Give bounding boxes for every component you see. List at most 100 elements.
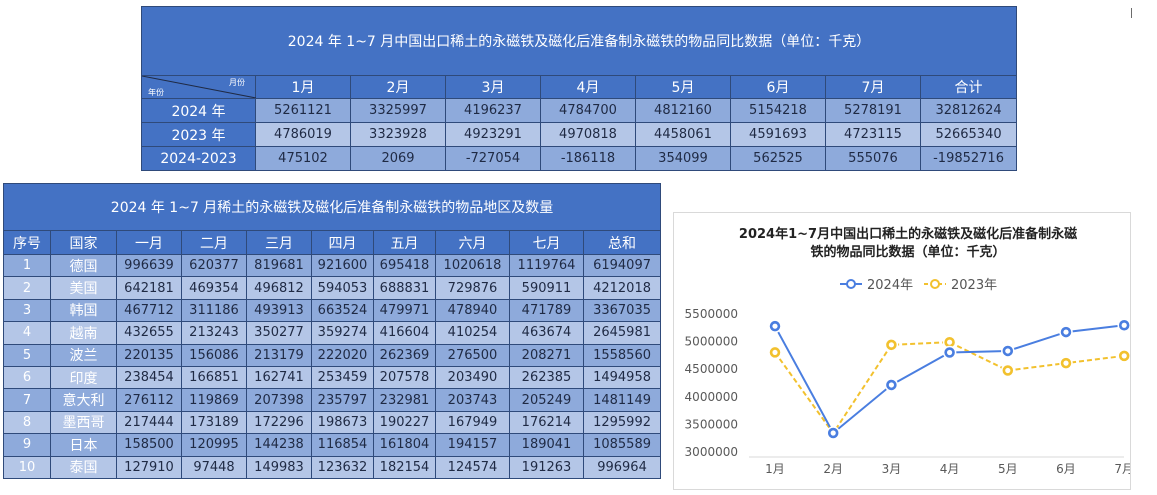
table2-col-header: 七月 <box>509 230 584 255</box>
table1-cell: 5261121 <box>255 98 351 123</box>
table2-country-cell: 泰国 <box>50 455 117 479</box>
table2-cell: 996639 <box>116 253 182 278</box>
table2-cell: 663524 <box>311 298 374 323</box>
table2-col-header: 四月 <box>311 230 374 255</box>
table1-cell: -186118 <box>540 146 636 171</box>
table1-cell: 354099 <box>635 146 731 171</box>
legend-label: 2023年 <box>951 278 997 293</box>
data-point-center <box>1121 353 1127 359</box>
yoy-summary-table: 2024 年 1~7 月中国出口稀土的永磁铁及磁化后准备制永磁铁的物品同比数据（… <box>140 6 1018 171</box>
table2-row: 6 印度 238454 166851 162741 253459 207578 203490 2… <box>3 365 662 390</box>
chart-title-line2: 铁的物品同比数据（单位：千克） <box>809 244 1005 260</box>
table1-corner-cell: 月份 年份 <box>141 75 256 99</box>
legend-item: 2023年 <box>924 278 997 293</box>
table2-index-cell: 8 <box>3 410 51 435</box>
table1-col-header: 2月 <box>350 75 446 99</box>
table2-cell: 688831 <box>373 276 436 300</box>
table1-cell: 4196237 <box>445 98 541 123</box>
table2-row: 2 美国 642181 469354 496812 594053 688831 729876 5… <box>3 276 662 300</box>
table2-cell: 276112 <box>116 388 182 412</box>
table2-index-cell: 4 <box>3 321 51 345</box>
data-point-center <box>830 430 836 436</box>
data-point-center <box>1063 360 1069 366</box>
table2-cell: 120995 <box>181 433 247 457</box>
table1-cell: 52665340 <box>919 122 1018 147</box>
table2-col-header: 序号 <box>3 230 51 255</box>
table2-cell: 119869 <box>181 388 247 412</box>
table2-cell: 471789 <box>509 298 584 323</box>
table1-row-label: 2024-2023 <box>141 146 256 171</box>
table1-cell: 4812160 <box>635 98 731 123</box>
table2-cell: 235797 <box>311 388 374 412</box>
table2-index-cell: 1 <box>3 253 51 278</box>
data-point-center <box>1005 348 1011 354</box>
table2-cell: 350277 <box>246 321 312 345</box>
y-tick-label: 3000000 <box>685 445 738 459</box>
table2-row: 5 波兰 220135 156086 213179 222020 262369 276500 2… <box>3 343 662 367</box>
table2-cell: 311186 <box>181 298 247 323</box>
chart-canvas: 2024年1~7月中国出口稀土的永磁铁及磁化后准备制永磁 铁的物品同比数据（单位… <box>685 226 1130 476</box>
table1-cell: 4458061 <box>635 122 731 147</box>
table1-cell: 3325997 <box>350 98 446 123</box>
table1-cell: 4723115 <box>825 122 921 147</box>
table2-cell: 190227 <box>373 410 436 435</box>
table2-cell: 921600 <box>311 253 374 278</box>
table2-cell: 124574 <box>435 455 510 479</box>
table1-cell: 4923291 <box>445 122 541 147</box>
table2-cell: 166851 <box>181 365 247 390</box>
table2-cell: 172296 <box>246 410 312 435</box>
data-point-center <box>888 382 894 388</box>
table2-cell: 2645981 <box>582 321 662 345</box>
table2-cell: 238454 <box>116 365 182 390</box>
table2-cell: 262385 <box>509 365 584 390</box>
table2-cell: 467712 <box>116 298 182 323</box>
table2-row: 8 墨西哥 217444 173189 172296 198673 190227 167949… <box>3 410 662 435</box>
table2-cell: 416604 <box>373 321 436 345</box>
table2-country-cell: 波兰 <box>50 343 117 367</box>
table2-row: 4 越南 432655 213243 350277 359274 416604 410254 4… <box>3 321 662 345</box>
edge-marker <box>1131 8 1132 18</box>
region-quantity-table: 2024 年 1~7 月稀土的永磁铁及磁化后准备制永磁铁的物品地区及数量 序号国… <box>2 183 662 479</box>
table1-cell: 4784700 <box>540 98 636 123</box>
x-tick-label: 2月 <box>823 462 843 476</box>
table2-cell: 359274 <box>311 321 374 345</box>
data-point-center <box>1005 367 1011 374</box>
table2-cell: 463674 <box>509 321 584 345</box>
table2-cell: 176214 <box>509 410 584 435</box>
table2-row: 9 日本 158500 120995 144238 116854 161804 194157 1… <box>3 433 662 457</box>
table1-cell: -19852716 <box>919 146 1018 171</box>
x-tick-label: 1月 <box>765 462 785 476</box>
table1-row: 2024 年 5261121 3325997 4196237 4784700 481216… <box>141 98 1018 123</box>
data-point-center <box>888 342 894 348</box>
table2-cell: 4212018 <box>582 276 662 300</box>
table2-cell: 156086 <box>181 343 247 367</box>
table2-index-cell: 3 <box>3 298 51 323</box>
table2-cell: 432655 <box>116 321 182 345</box>
table2-country-cell: 韩国 <box>50 298 117 323</box>
table2-cell: 479971 <box>373 298 436 323</box>
table2-cell: 1481149 <box>582 388 662 412</box>
x-tick-label: 4月 <box>940 462 960 476</box>
table2-index-cell: 10 <box>3 455 51 479</box>
table2-country-cell: 越南 <box>50 321 117 345</box>
table2-cell: 208271 <box>509 343 584 367</box>
legend-marker <box>930 279 940 289</box>
table1-cell: 32812624 <box>919 98 1018 123</box>
table2-cell: 3367035 <box>582 298 662 323</box>
table1-row-label: 2023 年 <box>141 122 256 147</box>
table2-col-header: 总和 <box>582 230 662 255</box>
table1-cell: 4786019 <box>255 122 351 147</box>
table2-cell: 203490 <box>435 365 510 390</box>
table2-cell: 594053 <box>311 276 374 300</box>
y-tick-label: 5500000 <box>685 307 738 321</box>
data-point-center <box>1121 322 1127 328</box>
table2-col-header: 一月 <box>116 230 182 255</box>
table2-cell: 6194097 <box>582 253 662 278</box>
table2-col-header: 二月 <box>181 230 247 255</box>
y-tick-label: 4500000 <box>685 362 738 376</box>
table2-country-cell: 墨西哥 <box>50 410 117 435</box>
table2-cell: 213179 <box>246 343 312 367</box>
x-tick-label: 6月 <box>1056 462 1076 476</box>
table2-cell: 127910 <box>116 455 182 479</box>
x-tick-label: 3月 <box>882 462 902 476</box>
